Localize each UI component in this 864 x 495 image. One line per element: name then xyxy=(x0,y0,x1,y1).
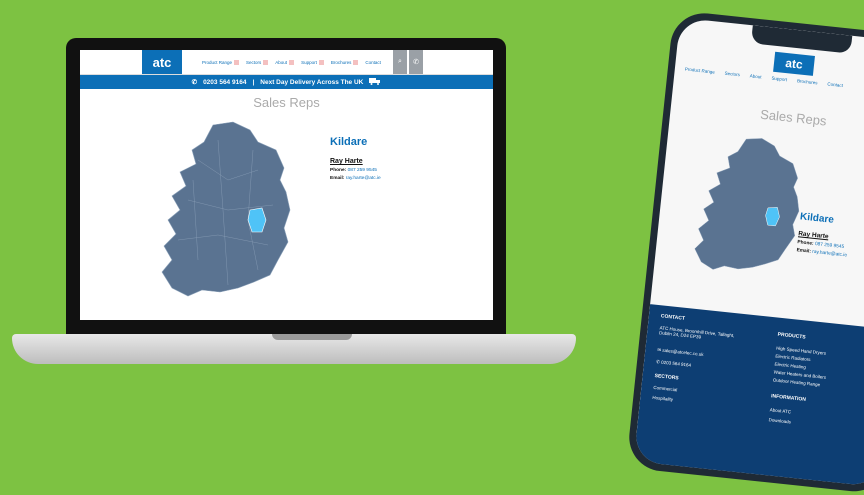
nav-label: Product Range xyxy=(202,59,233,65)
page-title: Sales Reps xyxy=(253,95,320,110)
footer-email-text: sales@atcelec.co.uk xyxy=(662,347,704,357)
mobile-nav-product-range[interactable]: Product Range xyxy=(683,66,717,75)
mobile-phone-label: Phone: xyxy=(797,240,814,247)
mobile-site-logo[interactable]: atc xyxy=(773,51,815,76)
phone-mockup: atc Product Range Sectors About Support … xyxy=(625,10,864,495)
call-button[interactable]: ✆ xyxy=(409,50,423,74)
rep-phone[interactable]: 087 259 9545 xyxy=(348,168,377,173)
nav-label: About xyxy=(275,59,288,65)
footer-info-heading: INFORMATION xyxy=(770,393,807,403)
footer-sectors-heading: SECTORS xyxy=(654,372,679,382)
footer-address: ATC House, Broomhill Drive, Tallaght, Du… xyxy=(658,325,735,340)
ireland-county-map[interactable] xyxy=(158,120,298,300)
nav-brochures[interactable]: Brochures xyxy=(329,59,361,65)
rep-name: Ray Harte xyxy=(330,158,363,165)
footer-contact-heading: CONTACT xyxy=(660,313,686,322)
mail-icon: ✉ xyxy=(657,347,662,353)
footer-product-item[interactable]: Outdoor Heating Range xyxy=(773,377,821,387)
banner-separator: | xyxy=(252,78,255,86)
map-ireland-shape xyxy=(161,121,291,297)
chevron-down-icon xyxy=(234,59,240,65)
search-icon: ⌕ xyxy=(398,58,402,65)
footer-sector-item[interactable]: Commercial xyxy=(653,385,677,392)
mobile-ireland-map[interactable] xyxy=(684,130,818,282)
laptop-notch xyxy=(272,334,352,340)
laptop-base xyxy=(12,334,576,364)
mobile-nav-contact[interactable]: Contact xyxy=(825,81,845,88)
mobile-rep-phone[interactable]: 087 259 9545 xyxy=(815,242,845,250)
nav-label: Support xyxy=(301,59,317,65)
phone-body: atc Product Range Sectors About Support … xyxy=(625,10,864,495)
nav-label: Contact xyxy=(365,59,381,65)
chevron-down-icon xyxy=(289,59,295,65)
footer-products-heading: PRODUCTS xyxy=(777,331,806,341)
county-name: Kildare xyxy=(330,136,368,148)
chevron-down-icon xyxy=(318,59,324,65)
mobile-nav-sectors[interactable]: Sectors xyxy=(722,70,742,78)
phone-screen: atc Product Range Sectors About Support … xyxy=(633,17,864,487)
mobile-nav-support[interactable]: Support xyxy=(769,75,789,83)
nav-contact[interactable]: Contact xyxy=(363,60,383,65)
site-header: atc Product Range Sectors About Support … xyxy=(80,50,493,75)
footer-phone[interactable]: ✆ 0203 564 9164 xyxy=(655,359,692,369)
phone-icon: ✆ xyxy=(413,59,419,66)
rep-email-line: Email: ray.harte@atc.ie xyxy=(330,176,381,181)
nav-product-range[interactable]: Product Range xyxy=(200,59,241,65)
phone-label: Phone: xyxy=(330,168,347,173)
phone-icon: ✆ xyxy=(191,79,198,86)
mobile-nav-brochures[interactable]: Brochures xyxy=(795,78,820,86)
footer-info-item[interactable]: Downloads xyxy=(768,417,791,424)
footer-product-item[interactable]: Electric Heating xyxy=(774,361,806,369)
nav-label: Brochures xyxy=(330,59,352,65)
nav-sectors[interactable]: Sectors xyxy=(244,59,270,65)
nav-about[interactable]: About xyxy=(273,59,296,65)
nav-support[interactable]: Support xyxy=(299,59,326,65)
phone-notch xyxy=(750,25,853,54)
main-nav: Product Range Sectors About Support Broc… xyxy=(200,50,383,74)
laptop-screen: atc Product Range Sectors About Support … xyxy=(80,50,493,320)
search-button[interactable]: ⌕ xyxy=(393,50,407,74)
footer-phone-text: 0203 564 9164 xyxy=(660,359,692,368)
phone-icon: ✆ xyxy=(655,359,661,365)
email-label: Email: xyxy=(330,176,345,181)
mobile-rep-details: Kildare Ray Harte Phone: 087 259 9545 Em… xyxy=(796,211,851,258)
banner-phone[interactable]: 0203 564 9164 xyxy=(203,79,246,86)
chevron-down-icon xyxy=(353,59,359,65)
footer-product-item[interactable]: Electric Radiators xyxy=(775,354,811,363)
chevron-down-icon xyxy=(263,59,269,65)
kildare-highlight xyxy=(247,207,267,233)
footer-sector-item[interactable]: Hospitality xyxy=(652,395,673,402)
footer-info-item[interactable]: About ATC xyxy=(769,407,791,414)
footer-email[interactable]: ✉ sales@atcelec.co.uk xyxy=(657,347,704,358)
rep-email[interactable]: ray.harte@atc.ie xyxy=(346,176,381,181)
truck-icon xyxy=(369,77,381,87)
delivery-banner: ✆ 0203 564 9164 | Next Day Delivery Acro… xyxy=(80,75,493,89)
mobile-nav-about[interactable]: About xyxy=(748,73,764,80)
mobile-rep-email[interactable]: ray.harte@atc.ie xyxy=(812,250,847,259)
mobile-county-name: Kildare xyxy=(799,211,835,226)
mobile-footer: CONTACT ATC House, Broomhill Drive, Tall… xyxy=(633,304,864,487)
rep-phone-line: Phone: 087 259 9545 xyxy=(330,168,381,173)
rep-details: Kildare Ray Harte Phone: 087 259 9545 Em… xyxy=(330,136,381,181)
site-logo[interactable]: atc xyxy=(142,50,182,74)
nav-label: Sectors xyxy=(246,59,262,65)
banner-text: Next Day Delivery Across The UK xyxy=(260,78,364,86)
mobile-nav: Product Range Sectors About Support Broc… xyxy=(683,66,845,88)
